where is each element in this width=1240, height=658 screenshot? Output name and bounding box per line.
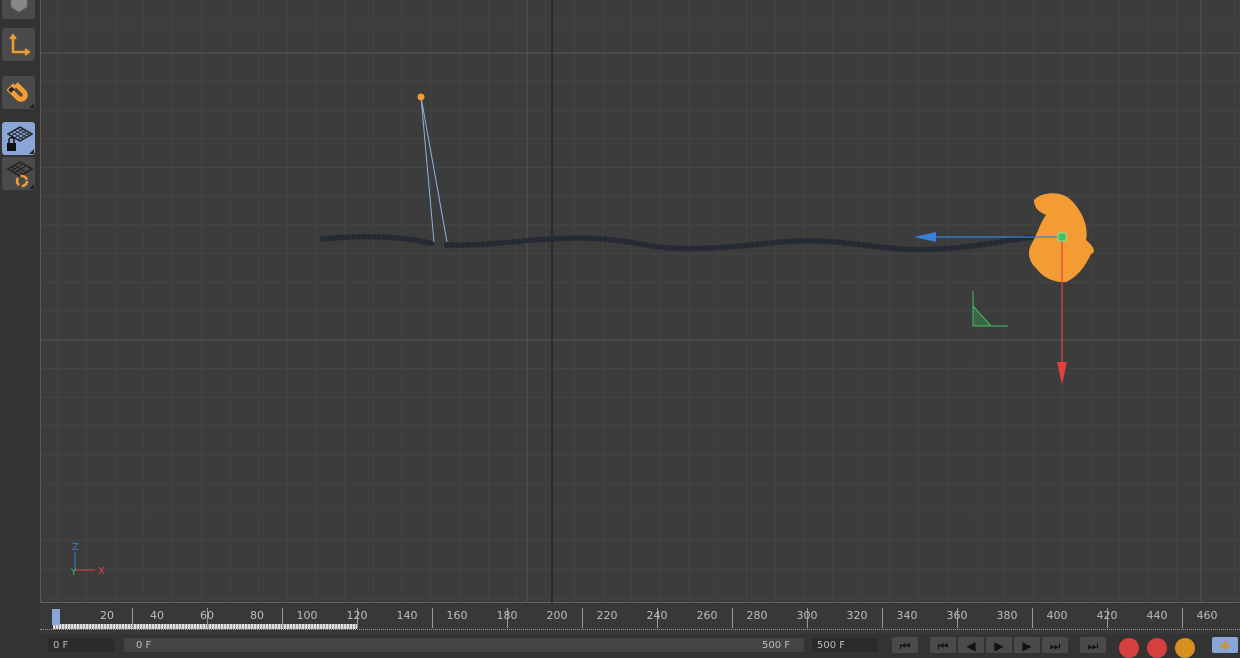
ruler-tick-label: 220 bbox=[596, 609, 618, 622]
ruler-tick-label: 340 bbox=[896, 609, 918, 622]
ruler-tick-label: 100 bbox=[296, 609, 318, 622]
ruler-tick-label: 300 bbox=[796, 609, 818, 622]
axis-icon bbox=[8, 32, 31, 56]
ruler-major-tick bbox=[582, 608, 583, 628]
ruler-tick-label: 400 bbox=[1046, 609, 1068, 622]
cube-tool-button[interactable] bbox=[2, 0, 35, 19]
record-keys-icon[interactable] bbox=[1119, 638, 1139, 658]
ruler-tick-label: 380 bbox=[996, 609, 1018, 622]
ruler-tick-label: 440 bbox=[1146, 609, 1168, 622]
range-end-label: 500 F bbox=[761, 640, 790, 651]
ruler-tick-label: 240 bbox=[646, 609, 668, 622]
ruler-tick-label: 200 bbox=[546, 609, 568, 622]
ruler-major-tick bbox=[282, 608, 283, 628]
gizmo-x-label: X bbox=[98, 566, 105, 577]
workplane-rotate-button[interactable] bbox=[2, 157, 35, 190]
ruler-tick-label: 140 bbox=[396, 609, 418, 622]
snap-tool-button[interactable] bbox=[2, 76, 35, 109]
playhead[interactable] bbox=[52, 609, 60, 625]
tangent-line bbox=[420, 96, 435, 243]
cube-icon bbox=[10, 0, 27, 13]
tangent-line bbox=[420, 96, 448, 243]
tangent-handle bbox=[417, 93, 425, 101]
ruler-tick-label: 420 bbox=[1096, 609, 1118, 622]
ruler-tick-label: 160 bbox=[446, 609, 468, 622]
left-toolbar bbox=[0, 0, 40, 603]
keyframe-selection-icon[interactable] bbox=[1175, 638, 1195, 658]
ruler-tick-label: 360 bbox=[946, 609, 968, 622]
ruler-major-tick bbox=[1032, 608, 1033, 628]
ruler-major-tick bbox=[132, 608, 133, 628]
ruler-major-tick bbox=[732, 608, 733, 628]
ruler-baseline bbox=[40, 629, 1240, 630]
current-frame-field[interactable]: 0 F bbox=[48, 638, 114, 652]
gizmo-z-label: Z bbox=[72, 542, 79, 553]
range-start-label: 0 F bbox=[136, 640, 152, 651]
ruler-major-tick bbox=[1182, 608, 1183, 628]
x-axis-arrow-icon bbox=[1057, 362, 1067, 385]
ruler-tick-label: 280 bbox=[746, 609, 768, 622]
ruler-major-tick bbox=[882, 608, 883, 628]
animation-toolbar: 0 F 0 F 500 F 500 F ⏮ ⏮ ◀ ▶ ▶ ⏭ ⏭ ✚ bbox=[0, 634, 1240, 658]
ruler-tick-label: 60 bbox=[200, 609, 214, 622]
ruler-tick-label: 120 bbox=[346, 609, 368, 622]
ruler-tick-label: 260 bbox=[696, 609, 718, 622]
locked-workplane-button[interactable] bbox=[2, 122, 35, 155]
ruler-tick-label: 320 bbox=[846, 609, 868, 622]
preview-range-slider[interactable]: 0 F 500 F bbox=[124, 638, 804, 652]
y-axis-handle bbox=[1057, 232, 1067, 242]
ruler-tick-label: 20 bbox=[100, 609, 114, 622]
end-frame-field[interactable]: 500 F bbox=[812, 638, 878, 652]
axis-tool-button[interactable] bbox=[2, 28, 35, 61]
z-axis-arrow-icon bbox=[914, 232, 936, 242]
gizmo-y-label: Y bbox=[70, 568, 77, 578]
ruler-tick-label: 460 bbox=[1196, 609, 1218, 622]
timeline-ruler[interactable]: 0204060801001201401601802002202402602803… bbox=[40, 604, 1240, 634]
ruler-tick-label: 180 bbox=[496, 609, 518, 622]
autokey-icon[interactable] bbox=[1147, 638, 1167, 658]
viewport-canvas[interactable]: Z Y X bbox=[28, 0, 1240, 603]
ruler-major-tick bbox=[432, 608, 433, 628]
ruler-tick-label: 80 bbox=[250, 609, 264, 622]
magnet-icon bbox=[5, 81, 28, 102]
ruler-tick-label: 40 bbox=[150, 609, 164, 622]
3d-viewport[interactable]: Z Y X bbox=[28, 0, 1240, 603]
